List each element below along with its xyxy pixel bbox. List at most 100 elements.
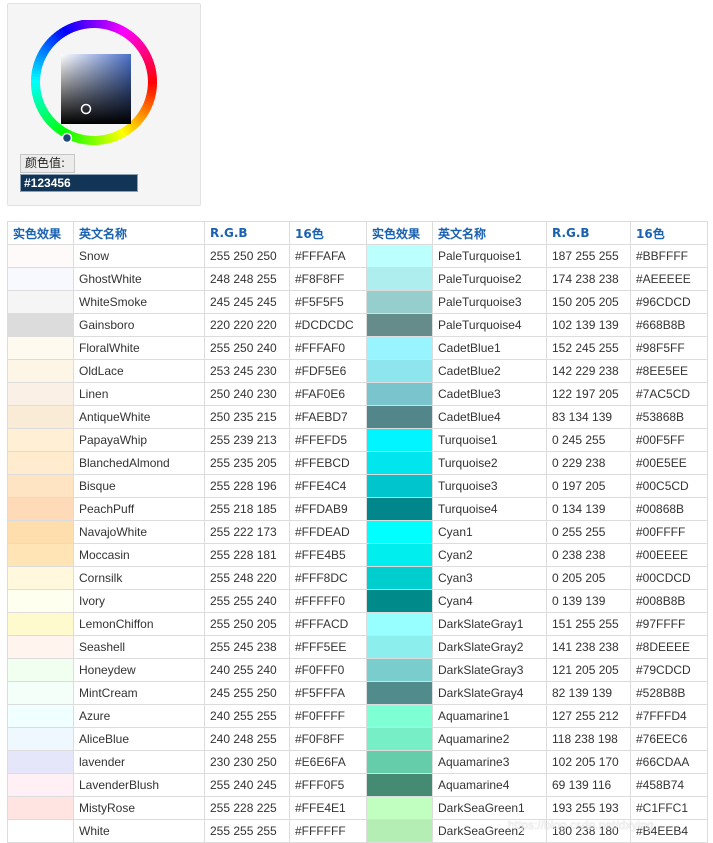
color-name-cell: OldLace bbox=[73, 359, 205, 383]
hex-cell: #BBFFFF bbox=[630, 244, 708, 268]
rgb-cell: 152 245 255 bbox=[546, 336, 631, 360]
rgb-cell: 102 205 170 bbox=[546, 750, 631, 774]
color-swatch bbox=[7, 773, 74, 797]
hex-cell: #F0FFF0 bbox=[289, 658, 367, 682]
hex-cell: #FFF0F5 bbox=[289, 773, 367, 797]
color-swatch bbox=[366, 773, 433, 797]
rgb-cell: 255 250 205 bbox=[204, 612, 290, 636]
table-row: Linen 250 240 230 #FAF0E6 CadetBlue3 122 197… bbox=[7, 382, 708, 406]
color-swatch bbox=[366, 704, 433, 728]
color-name-cell: Honeydew bbox=[73, 658, 205, 682]
hex-cell: #00FFFF bbox=[630, 520, 708, 544]
color-swatch bbox=[366, 566, 433, 590]
rgb-cell: 0 134 139 bbox=[546, 497, 631, 521]
rgb-cell: 122 197 205 bbox=[546, 382, 631, 406]
color-picker-panel: 颜色值: #123456 bbox=[7, 3, 201, 206]
rgb-cell: 255 222 173 bbox=[204, 520, 290, 544]
color-name-cell: Seashell bbox=[73, 635, 205, 659]
color-name-cell: Cyan1 bbox=[432, 520, 547, 544]
color-name-cell: CadetBlue4 bbox=[432, 405, 547, 429]
hex-cell: #FFFACD bbox=[289, 612, 367, 636]
color-name-cell: PeachPuff bbox=[73, 497, 205, 521]
table-row: Honeydew 240 255 240 #F0FFF0 DarkSlateGray3… bbox=[7, 658, 708, 682]
color-name-cell: Turquoise2 bbox=[432, 451, 547, 475]
table-row: OldLace 253 245 230 #FDF5E6 CadetBlue2 142 2… bbox=[7, 359, 708, 383]
color-name-cell: Aquamarine3 bbox=[432, 750, 547, 774]
table-row: Azure 240 255 255 #F0FFFF Aquamarine1 127 25… bbox=[7, 704, 708, 728]
rgb-cell: 230 230 250 bbox=[204, 750, 290, 774]
color-name-cell: MintCream bbox=[73, 681, 205, 705]
color-name-cell: Gainsboro bbox=[73, 313, 205, 337]
color-value-input[interactable]: #123456 bbox=[20, 174, 138, 192]
rgb-cell: 255 228 181 bbox=[204, 543, 290, 567]
color-name-cell: BlanchedAlmond bbox=[73, 451, 205, 475]
color-swatch bbox=[7, 451, 74, 475]
rgb-cell: 255 250 250 bbox=[204, 244, 290, 268]
hex-cell: #C1FFC1 bbox=[630, 796, 708, 820]
color-swatch bbox=[7, 658, 74, 682]
table-row: Snow 255 250 250 #FFFAFA PaleTurquoise1 187 … bbox=[7, 244, 708, 268]
table-row: FloralWhite 255 250 240 #FFFAF0 CadetBlue1 1… bbox=[7, 336, 708, 360]
table-row: Cornsilk 255 248 220 #FFF8DC Cyan3 0 205 205… bbox=[7, 566, 708, 590]
rgb-cell: 82 139 139 bbox=[546, 681, 631, 705]
color-wheel[interactable] bbox=[26, 20, 162, 146]
header-hex: 16色 bbox=[289, 221, 367, 245]
rgb-cell: 0 139 139 bbox=[546, 589, 631, 613]
hex-cell: #E6E6FA bbox=[289, 750, 367, 774]
color-swatch bbox=[366, 451, 433, 475]
color-swatch bbox=[366, 727, 433, 751]
hex-cell: #458B74 bbox=[630, 773, 708, 797]
header-rgb: R.G.B bbox=[546, 221, 631, 245]
table-row: AliceBlue 240 248 255 #F0F8FF Aquamarine2 11… bbox=[7, 727, 708, 751]
color-swatch bbox=[7, 405, 74, 429]
header-hex: 16色 bbox=[630, 221, 708, 245]
table-row: PeachPuff 255 218 185 #FFDAB9 Turquoise4 0 1… bbox=[7, 497, 708, 521]
color-swatch bbox=[7, 796, 74, 820]
hue-handle[interactable] bbox=[61, 132, 73, 144]
rgb-cell: 255 235 205 bbox=[204, 451, 290, 475]
table-row: LemonChiffon 255 250 205 #FFFACD DarkSlateG… bbox=[7, 612, 708, 636]
table-row: GhostWhite 248 248 255 #F8F8FF PaleTurquois… bbox=[7, 267, 708, 291]
hex-cell: #528B8B bbox=[630, 681, 708, 705]
color-name-cell: PapayaWhip bbox=[73, 428, 205, 452]
watermark: https://blog.csdn.net/dxying bbox=[508, 818, 654, 832]
color-swatch bbox=[7, 635, 74, 659]
header-name: 英文名称 bbox=[73, 221, 205, 245]
hex-cell: #F0F8FF bbox=[289, 727, 367, 751]
hex-cell: #FFF5EE bbox=[289, 635, 367, 659]
color-swatch bbox=[366, 589, 433, 613]
color-name-cell: CadetBlue3 bbox=[432, 382, 547, 406]
color-swatch bbox=[7, 704, 74, 728]
color-swatch bbox=[366, 520, 433, 544]
table-row: WhiteSmoke 245 245 245 #F5F5F5 PaleTurquois… bbox=[7, 290, 708, 314]
color-swatch bbox=[366, 428, 433, 452]
rgb-cell: 118 238 198 bbox=[546, 727, 631, 751]
hex-cell: #00F5FF bbox=[630, 428, 708, 452]
color-swatch bbox=[7, 750, 74, 774]
rgb-cell: 240 255 240 bbox=[204, 658, 290, 682]
color-swatch bbox=[366, 658, 433, 682]
rgb-cell: 255 228 196 bbox=[204, 474, 290, 498]
hex-cell: #00C5CD bbox=[630, 474, 708, 498]
color-name-cell: DarkSeaGreen1 bbox=[432, 796, 547, 820]
rgb-cell: 255 239 213 bbox=[204, 428, 290, 452]
color-name-cell: Cyan2 bbox=[432, 543, 547, 567]
hex-cell: #00EEEE bbox=[630, 543, 708, 567]
hex-cell: #FFEBCD bbox=[289, 451, 367, 475]
color-name-cell: FloralWhite bbox=[73, 336, 205, 360]
rgb-cell: 0 255 255 bbox=[546, 520, 631, 544]
color-swatch bbox=[366, 681, 433, 705]
hex-cell: #53868B bbox=[630, 405, 708, 429]
hex-cell: #00CDCD bbox=[630, 566, 708, 590]
color-name-cell: DarkSlateGray2 bbox=[432, 635, 547, 659]
hex-cell: #F5FFFA bbox=[289, 681, 367, 705]
color-value-label: 颜色值: bbox=[20, 154, 75, 173]
hex-cell: #98F5FF bbox=[630, 336, 708, 360]
color-name-cell: AliceBlue bbox=[73, 727, 205, 751]
rgb-cell: 255 255 255 bbox=[204, 819, 290, 843]
rgb-cell: 69 139 116 bbox=[546, 773, 631, 797]
color-name-cell: AntiqueWhite bbox=[73, 405, 205, 429]
table-row: AntiqueWhite 250 235 215 #FAEBD7 CadetBlue4… bbox=[7, 405, 708, 429]
rgb-cell: 220 220 220 bbox=[204, 313, 290, 337]
color-swatch bbox=[7, 819, 74, 843]
